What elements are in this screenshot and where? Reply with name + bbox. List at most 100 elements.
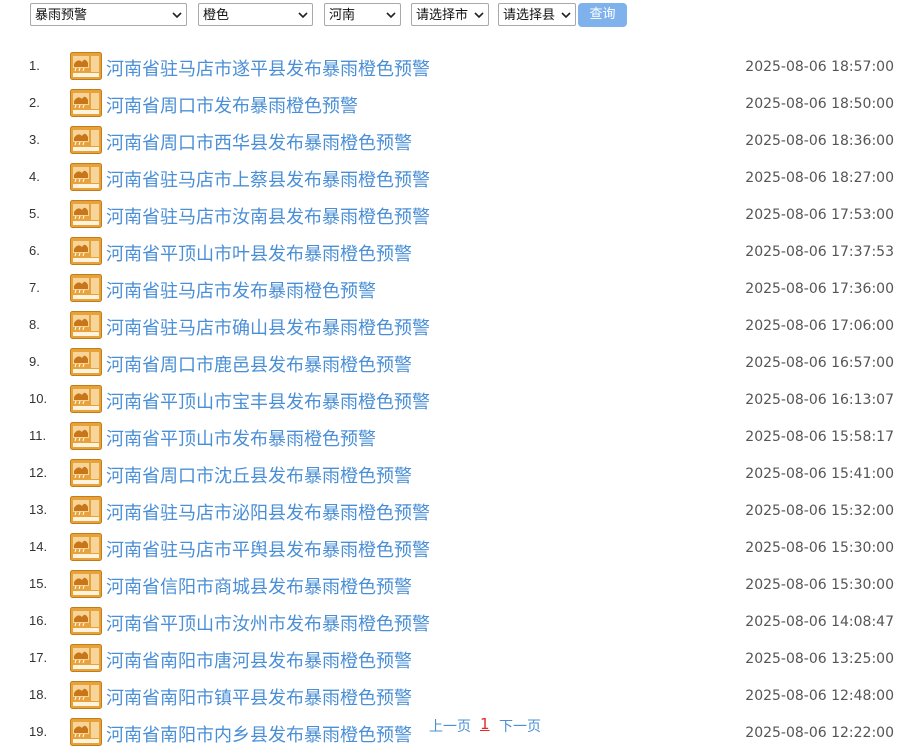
item-index: 6.: [29, 243, 40, 258]
list-item: 13. 河南省驻马店市泌阳县发布暴雨橙色预警 2025-08-06 15:32:00: [0, 496, 903, 533]
list-item: 3. 河南省周口市西华县发布暴雨橙色预警 2025-08-06 18:36:00: [0, 126, 903, 163]
item-index: 5.: [29, 206, 40, 221]
item-index: 1.: [29, 58, 40, 73]
next-page-link[interactable]: 下一页: [499, 716, 541, 736]
warning-time: 2025-08-06 18:36:00: [745, 133, 894, 149]
list-item: 7. 河南省驻马店市发布暴雨橙色预警 2025-08-06 17:36:00: [0, 274, 903, 311]
city-select[interactable]: 请选择市: [411, 3, 489, 26]
warning-title-link[interactable]: 河南省信阳市商城县发布暴雨橙色预警: [106, 573, 412, 599]
warning-time: 2025-08-06 15:30:00: [745, 540, 894, 556]
warning-time: 2025-08-06 13:25:00: [745, 651, 894, 667]
rainstorm-orange-warning-icon: [70, 311, 102, 339]
rainstorm-orange-warning-icon: [70, 163, 102, 191]
list-item: 6. 河南省平顶山市叶县发布暴雨橙色预警 2025-08-06 17:37:53: [0, 237, 903, 274]
warning-title-link[interactable]: 河南省驻马店市发布暴雨橙色预警: [106, 277, 376, 303]
rainstorm-orange-warning-icon: [70, 533, 102, 561]
warning-title-link[interactable]: 河南省驻马店市上蔡县发布暴雨橙色预警: [106, 166, 430, 192]
warning-title-link[interactable]: 河南省平顶山市发布暴雨橙色预警: [106, 425, 376, 451]
province-value: 河南: [329, 8, 356, 23]
warning-title-link[interactable]: 河南省周口市西华县发布暴雨橙色预警: [106, 129, 412, 155]
item-index: 4.: [29, 169, 40, 184]
rainstorm-orange-warning-icon: [70, 126, 102, 154]
warning-title-link[interactable]: 河南省南阳市唐河县发布暴雨橙色预警: [106, 647, 412, 673]
warning-title-link[interactable]: 河南省周口市鹿邑县发布暴雨橙色预警: [106, 351, 412, 377]
rainstorm-orange-warning-icon: [70, 348, 102, 376]
list-item: 11. 河南省平顶山市发布暴雨橙色预警 2025-08-06 15:58:17: [0, 422, 903, 459]
warning-time: 2025-08-06 17:06:00: [745, 318, 894, 334]
warning-title-link[interactable]: 河南省平顶山市叶县发布暴雨橙色预警: [106, 240, 412, 266]
warning-level-select[interactable]: 橙色: [198, 3, 313, 26]
item-index: 10.: [29, 391, 48, 406]
warning-title-link[interactable]: 河南省周口市沈丘县发布暴雨橙色预警: [106, 462, 412, 488]
list-item: 9. 河南省周口市鹿邑县发布暴雨橙色预警 2025-08-06 16:57:00: [0, 348, 903, 385]
list-item: 18. 河南省南阳市镇平县发布暴雨橙色预警 2025-08-06 12:48:00: [0, 681, 903, 718]
item-index: 15.: [29, 576, 48, 591]
list-item: 10. 河南省平顶山市宝丰县发布暴雨橙色预警 2025-08-06 16:13:07: [0, 385, 903, 422]
list-item: 4. 河南省驻马店市上蔡县发布暴雨橙色预警 2025-08-06 18:27:00: [0, 163, 903, 200]
item-index: 7.: [29, 280, 40, 295]
warning-title-link[interactable]: 河南省驻马店市汝南县发布暴雨橙色预警: [106, 203, 430, 229]
item-index: 12.: [29, 465, 48, 480]
rainstorm-orange-warning-icon: [70, 52, 102, 80]
rainstorm-orange-warning-icon: [70, 718, 102, 746]
chevron-down-icon: [561, 12, 571, 19]
warning-time: 2025-08-06 12:22:00: [745, 725, 894, 741]
item-index: 14.: [29, 539, 48, 554]
warning-title-link[interactable]: 河南省驻马店市平舆县发布暴雨橙色预警: [106, 536, 430, 562]
item-index: 11.: [29, 428, 47, 443]
warning-time: 2025-08-06 14:08:47: [745, 614, 894, 630]
prev-page-link[interactable]: 上一页: [429, 716, 471, 736]
city-value: 请选择市: [416, 8, 469, 23]
warning-title-link[interactable]: 河南省南阳市镇平县发布暴雨橙色预警: [106, 684, 412, 710]
rainstorm-orange-warning-icon: [70, 644, 102, 672]
rainstorm-orange-warning-icon: [70, 385, 102, 413]
warning-title-link[interactable]: 河南省驻马店市确山县发布暴雨橙色预警: [106, 314, 430, 340]
chevron-down-icon: [172, 12, 182, 19]
warning-title-link[interactable]: 河南省南阳市内乡县发布暴雨橙色预警: [106, 721, 412, 747]
county-value: 请选择县: [503, 8, 556, 23]
item-index: 13.: [29, 502, 48, 517]
rainstorm-orange-warning-icon: [70, 274, 102, 302]
rainstorm-orange-warning-icon: [70, 200, 102, 228]
warning-title-link[interactable]: 河南省平顶山市汝州市发布暴雨橙色预警: [106, 610, 430, 636]
query-button[interactable]: 查询: [578, 3, 627, 27]
rainstorm-orange-warning-icon: [70, 237, 102, 265]
warning-time: 2025-08-06 16:13:07: [745, 392, 894, 408]
warning-time: 2025-08-06 17:36:00: [745, 281, 894, 297]
chevron-down-icon: [386, 12, 396, 19]
warning-time: 2025-08-06 17:37:53: [745, 244, 894, 260]
list-item: 2. 河南省周口市发布暴雨橙色预警 2025-08-06 18:50:00: [0, 89, 903, 126]
rainstorm-orange-warning-icon: [70, 607, 102, 635]
list-item: 16. 河南省平顶山市汝州市发布暴雨橙色预警 2025-08-06 14:08:47: [0, 607, 903, 644]
warning-type-value: 暴雨预警: [35, 8, 88, 23]
item-index: 3.: [29, 132, 40, 147]
rainstorm-orange-warning-icon: [70, 570, 102, 598]
warning-time: 2025-08-06 12:48:00: [745, 688, 894, 704]
current-page-link[interactable]: 1: [480, 715, 490, 733]
rainstorm-orange-warning-icon: [70, 681, 102, 709]
rainstorm-orange-warning-icon: [70, 496, 102, 524]
chevron-down-icon: [474, 12, 484, 19]
warning-type-select[interactable]: 暴雨预警: [30, 3, 187, 26]
list-item: 1. 河南省驻马店市遂平县发布暴雨橙色预警 2025-08-06 18:57:00: [0, 52, 903, 89]
county-select[interactable]: 请选择县: [498, 3, 576, 26]
list-item: 15. 河南省信阳市商城县发布暴雨橙色预警 2025-08-06 15:30:00: [0, 570, 903, 607]
item-index: 8.: [29, 317, 40, 332]
item-index: 18.: [29, 687, 48, 702]
warning-title-link[interactable]: 河南省驻马店市遂平县发布暴雨橙色预警: [106, 55, 430, 81]
item-index: 16.: [29, 613, 48, 628]
warning-title-link[interactable]: 河南省驻马店市泌阳县发布暴雨橙色预警: [106, 499, 430, 525]
warning-title-link[interactable]: 河南省周口市发布暴雨橙色预警: [106, 92, 358, 118]
warning-title-link[interactable]: 河南省平顶山市宝丰县发布暴雨橙色预警: [106, 388, 430, 414]
list-item: 12. 河南省周口市沈丘县发布暴雨橙色预警 2025-08-06 15:41:00: [0, 459, 903, 496]
warning-time: 2025-08-06 15:41:00: [745, 466, 894, 482]
warning-time: 2025-08-06 18:57:00: [745, 59, 894, 75]
warning-time: 2025-08-06 17:53:00: [745, 207, 894, 223]
item-index: 19.: [29, 724, 48, 739]
warning-level-value: 橙色: [203, 8, 230, 23]
chevron-down-icon: [298, 12, 308, 19]
list-item: 17. 河南省南阳市唐河县发布暴雨橙色预警 2025-08-06 13:25:00: [0, 644, 903, 681]
item-index: 9.: [29, 354, 40, 369]
list-item: 5. 河南省驻马店市汝南县发布暴雨橙色预警 2025-08-06 17:53:00: [0, 200, 903, 237]
province-select[interactable]: 河南: [324, 3, 401, 26]
